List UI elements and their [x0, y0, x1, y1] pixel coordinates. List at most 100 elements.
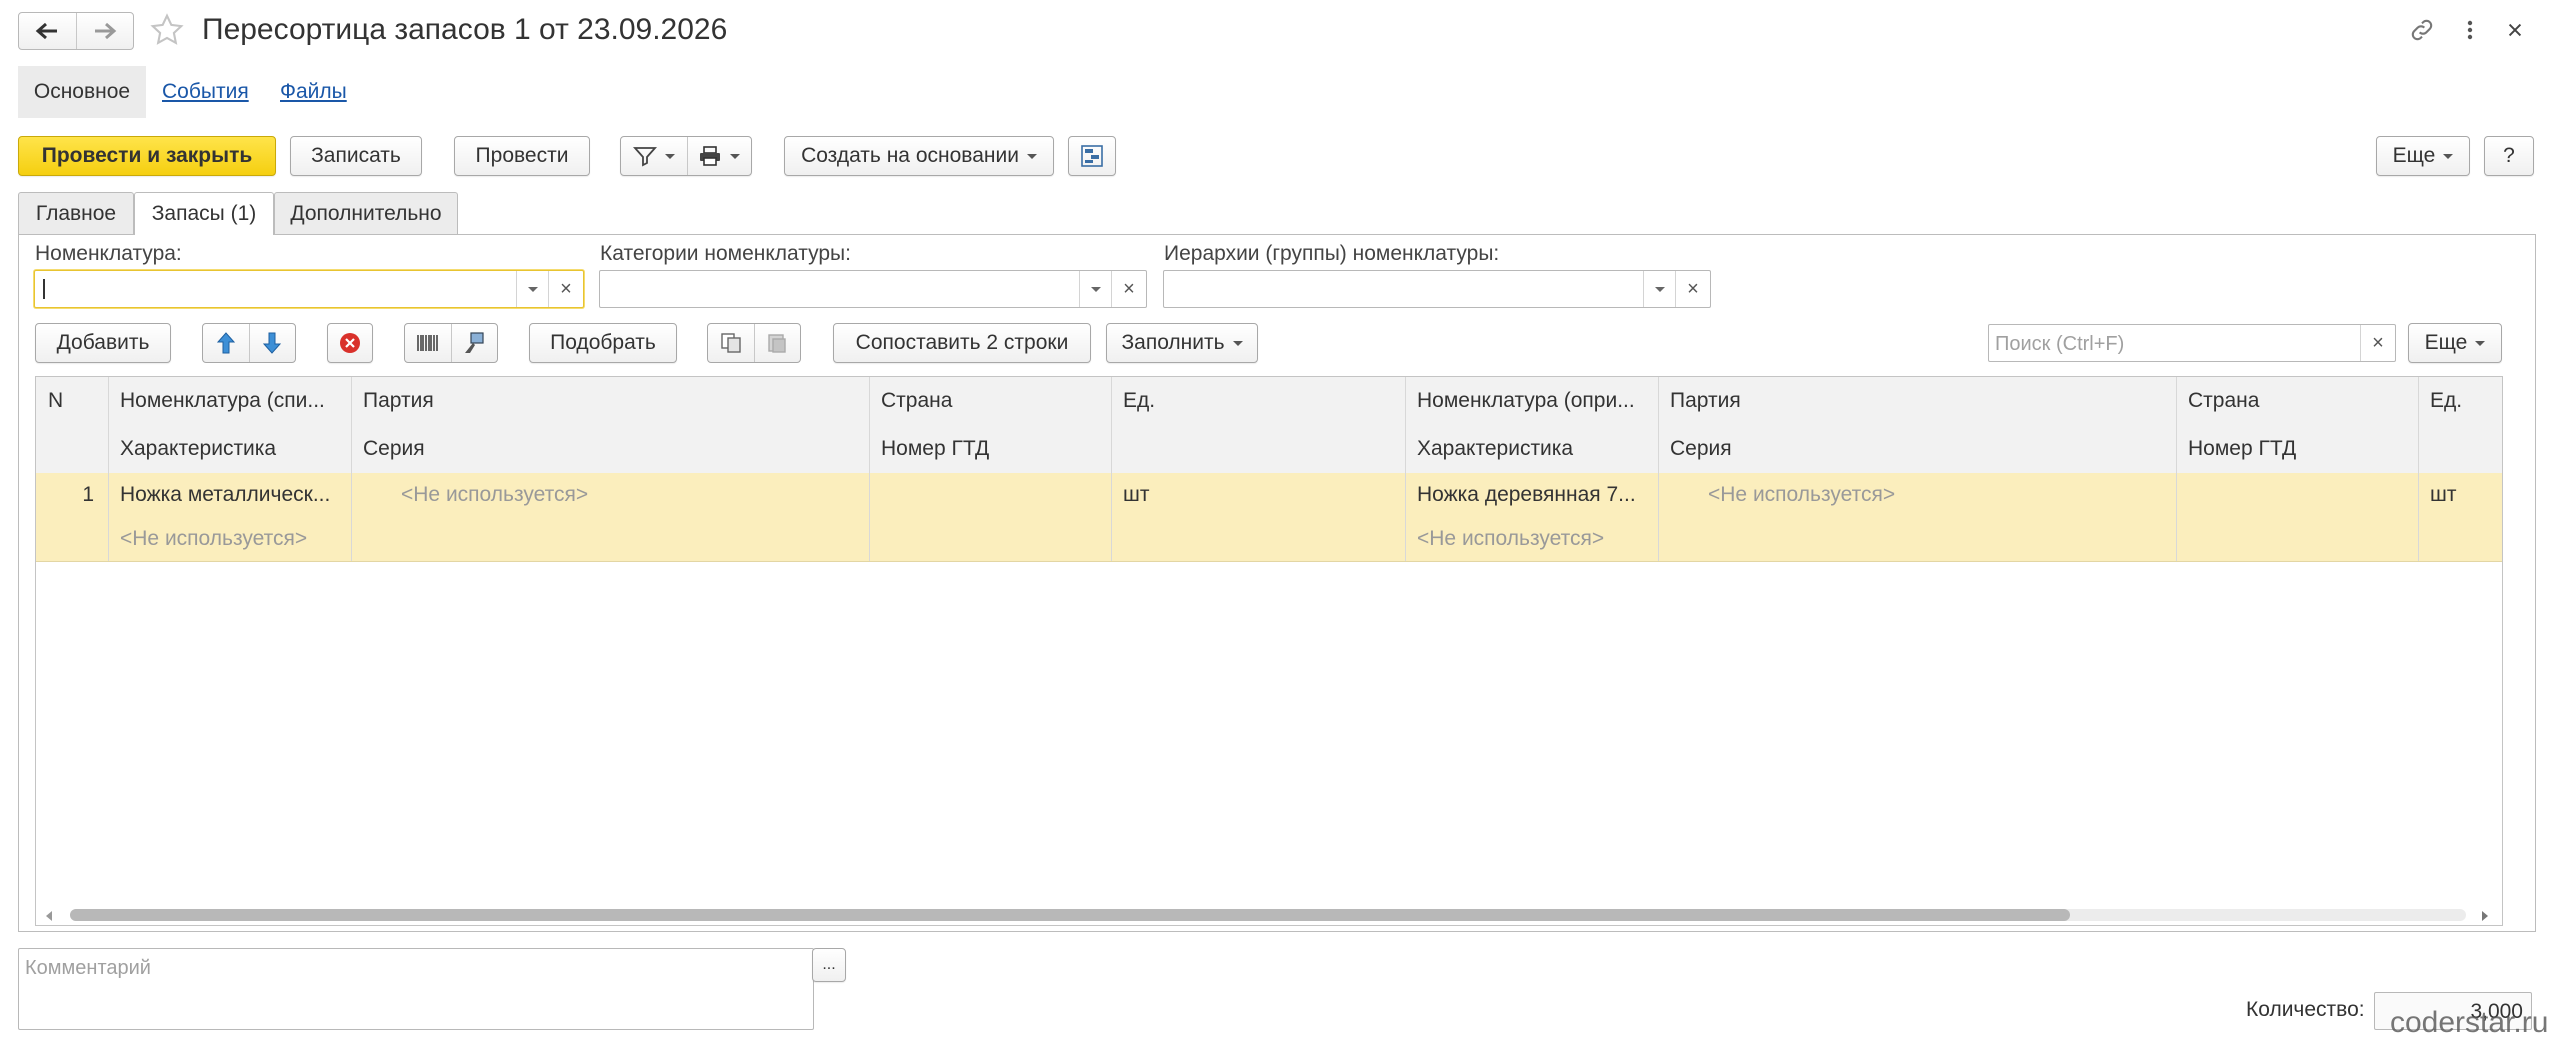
help-button[interactable]: ?	[2484, 136, 2534, 176]
nomenclature-input[interactable]: ×	[34, 270, 584, 308]
cell-unit-to[interactable]: шт	[2418, 473, 2502, 517]
paste-button[interactable]	[753, 324, 801, 362]
filter-dropdown-button[interactable]	[621, 137, 688, 175]
create-based-on-button[interactable]: Создать на основании	[784, 136, 1054, 176]
cell-char-from[interactable]: <Не используется>	[108, 517, 351, 561]
pick-button[interactable]: Подобрать	[529, 323, 677, 363]
post-and-close-button[interactable]: Провести и закрыть	[18, 136, 276, 176]
arrow-left-icon	[35, 22, 58, 40]
fill-button[interactable]: Заполнить	[1106, 323, 1258, 363]
horizontal-scrollbar-thumb[interactable]	[70, 909, 2070, 921]
move-group	[202, 323, 296, 363]
cell-char-to[interactable]: <Не используется>	[1405, 517, 1658, 561]
post-label: Провести	[475, 144, 569, 167]
match-rows-label: Сопоставить 2 строки	[855, 331, 1069, 354]
move-down-button[interactable]	[248, 324, 296, 362]
table-more-button[interactable]: Еще	[2408, 323, 2502, 363]
structure-button[interactable]	[1068, 136, 1116, 176]
search-clear[interactable]: ×	[2360, 325, 2395, 361]
scanner-icon	[465, 332, 484, 353]
col-country-from[interactable]: Страна	[869, 377, 1111, 425]
col-separator	[351, 377, 352, 561]
col-country-to[interactable]: Страна	[2176, 377, 2418, 425]
match-rows-button[interactable]: Сопоставить 2 строки	[833, 323, 1091, 363]
col-gtd-from[interactable]: Номер ГТД	[869, 425, 1111, 473]
add-button[interactable]: Добавить	[35, 323, 171, 363]
col-unit-to[interactable]: Ед.	[2418, 377, 2502, 425]
cell-unit-from[interactable]: шт	[1111, 473, 1405, 517]
col-unit-from[interactable]: Ед.	[1111, 377, 1405, 425]
delete-button[interactable]	[327, 323, 373, 363]
cell-batch-to[interactable]: <Не используется>	[1658, 473, 2176, 517]
chevron-down-icon	[664, 153, 675, 159]
nav-main[interactable]: Основное	[18, 66, 146, 118]
print-dropdown-button[interactable]	[688, 137, 752, 175]
copy-button[interactable]	[708, 324, 754, 362]
col-series-from[interactable]: Серия	[351, 425, 869, 473]
tab-additional[interactable]: Дополнительно	[274, 192, 458, 234]
col-char-from[interactable]: Характеристика	[108, 425, 351, 473]
barcode-button[interactable]	[405, 324, 451, 362]
nav-files[interactable]: Файлы	[280, 80, 347, 104]
hierarchy-clear[interactable]: ×	[1675, 271, 1710, 307]
stocks-table[interactable]: N Номенклатура (спи... Партия Страна Ед.…	[35, 376, 2503, 926]
filter-icon	[632, 147, 657, 167]
col-nom-to[interactable]: Номенклатура (опри...	[1405, 377, 1658, 425]
link-icon[interactable]	[2408, 16, 2438, 46]
hierarchy-input[interactable]: ×	[1163, 270, 1711, 308]
cell-nom-to[interactable]: Ножка деревянная 7...	[1405, 473, 1658, 517]
col-batch-to[interactable]: Партия	[1658, 377, 2176, 425]
col-n[interactable]: N	[36, 377, 108, 425]
close-icon[interactable]	[2502, 16, 2530, 46]
post-button[interactable]: Провести	[454, 136, 590, 176]
more-vertical-icon[interactable]	[2460, 16, 2480, 46]
nav-buttons	[18, 12, 134, 50]
nomenclature-dropdown[interactable]	[516, 271, 549, 307]
window-title: Пересортица запасов 1 от 23.09.2026	[202, 13, 728, 46]
save-button[interactable]: Записать	[290, 136, 422, 176]
nav-events[interactable]: События	[162, 80, 249, 104]
pick-label: Подобрать	[550, 331, 656, 354]
more-button[interactable]: Еще	[2376, 136, 2470, 176]
quantity-label: Количество:	[2246, 998, 2365, 1021]
tab-main[interactable]: Главное	[18, 192, 134, 234]
col-char-to[interactable]: Характеристика	[1405, 425, 1658, 473]
cell-batch-from[interactable]: <Не используется>	[351, 473, 869, 517]
comment-expand-button[interactable]: ...	[812, 948, 846, 982]
col-separator	[2418, 377, 2419, 561]
categories-input[interactable]: ×	[599, 270, 1147, 308]
scanner-button[interactable]	[450, 324, 498, 362]
tab-stocks[interactable]: Запасы (1)	[134, 192, 274, 235]
scroll-left-arrow[interactable]	[46, 911, 52, 921]
chevron-down-icon	[528, 286, 538, 292]
more-label: Еще	[2392, 144, 2436, 167]
create-based-on-label: Создать на основании	[801, 144, 1019, 167]
comment-field[interactable]: Комментарий	[18, 948, 814, 1030]
search-input[interactable]: Поиск (Ctrl+F) ×	[1988, 324, 2396, 362]
nav-main-label: Основное	[33, 80, 131, 103]
cell-nom-from[interactable]: Ножка металлическ...	[108, 473, 351, 517]
hierarchy-dropdown[interactable]	[1643, 271, 1676, 307]
text-cursor	[43, 279, 45, 299]
col-nom-from[interactable]: Номенклатура (спи...	[108, 377, 351, 425]
arrow-down-icon	[263, 332, 282, 354]
document-structure-icon	[1081, 145, 1103, 167]
arrow-right-icon	[94, 22, 117, 40]
barcode-icon	[416, 335, 438, 351]
table-row[interactable]: 1 Ножка металлическ... <Не используется>…	[36, 473, 2502, 562]
col-separator	[869, 377, 870, 561]
categories-clear[interactable]: ×	[1111, 271, 1146, 307]
move-up-button[interactable]	[203, 324, 249, 362]
col-series-to[interactable]: Серия	[1658, 425, 2176, 473]
back-button[interactable]	[19, 13, 77, 49]
favorite-star-icon[interactable]	[148, 12, 188, 50]
categories-dropdown[interactable]	[1079, 271, 1112, 307]
nomenclature-clear[interactable]: ×	[548, 271, 583, 307]
watermark: coderstar.ru	[2390, 1006, 2549, 1039]
filter-print-group	[620, 136, 752, 176]
forward-button[interactable]	[77, 13, 134, 49]
scroll-right-arrow[interactable]	[2482, 911, 2488, 921]
col-separator	[1658, 377, 1659, 561]
col-batch-from[interactable]: Партия	[351, 377, 869, 425]
col-gtd-to[interactable]: Номер ГТД	[2176, 425, 2418, 473]
